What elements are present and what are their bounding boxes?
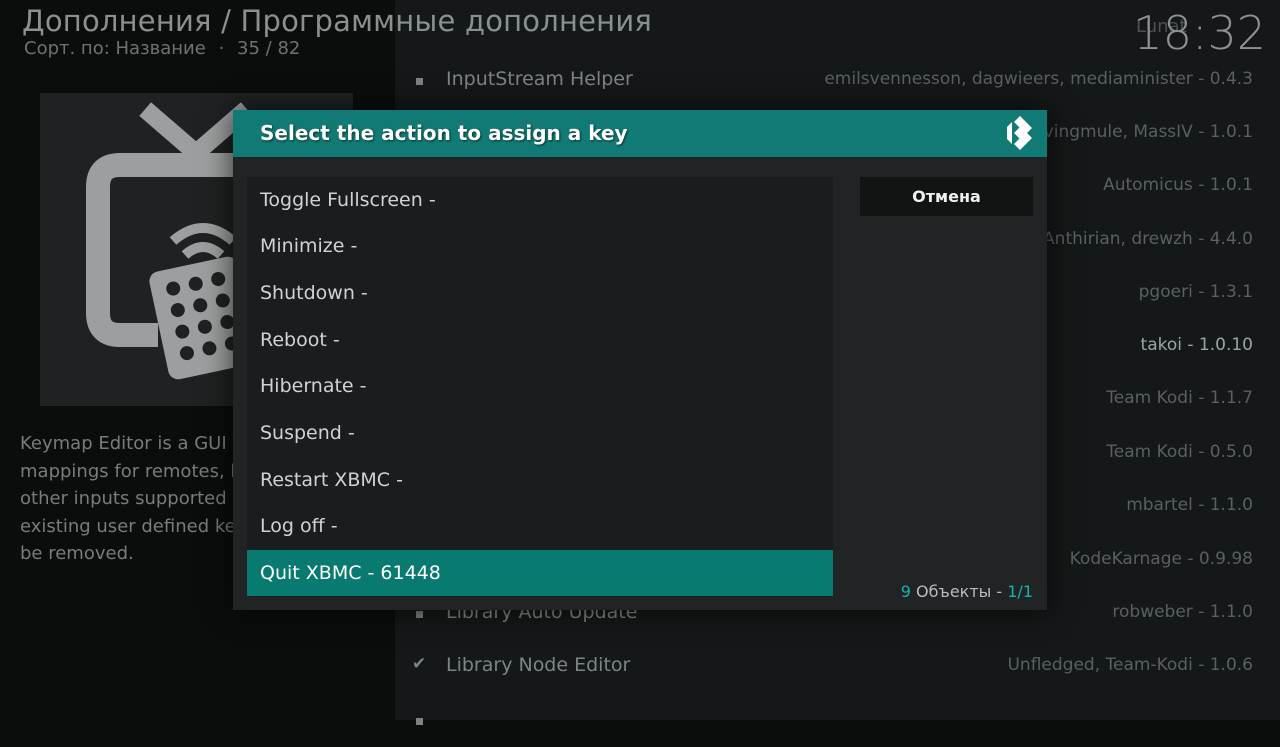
select-action-dialog: Select the action to assign a key Toggle… [233,110,1047,610]
addon-row[interactable] [395,694,1280,747]
list-item[interactable]: Shutdown - [247,270,833,316]
list-item[interactable]: Minimize - [247,223,833,269]
sort-info: Сорт. по: Название · 35 / 82 [24,38,300,59]
list-item-label: Restart XBMC - [260,469,403,491]
item-position: 35 / 82 [237,38,301,59]
addon-row[interactable]: ✔ Library Node Editor Unfledged, Team-Ko… [395,640,1280,693]
bullet-icon [416,718,423,725]
list-item-label: Toggle Fullscreen - [260,189,436,211]
description-line: other inputs supported b [20,488,238,509]
addon-author: pgoeri - 1.3.1 [1138,282,1253,302]
list-item-label: Quit XBMC - 61448 [260,562,441,584]
description-line: be removed. [20,543,134,564]
addon-author: robweber - 1.1.0 [1112,602,1253,622]
addon-name: InputStream Helper [446,68,633,90]
addon-author: Team Kodi - 1.1.7 [1106,388,1253,408]
list-item[interactable]: Restart XBMC - [247,457,833,503]
page-indicator: 1/1 [1007,582,1033,601]
description-line: Keymap Editor is a GUI f [20,433,238,454]
addon-author: Team Kodi - 0.5.0 [1106,442,1253,462]
item-counter: 9 Объекты - 1/1 [901,582,1033,601]
list-item-label: Minimize - [260,235,358,257]
addon-author: mbartel - 1.1.0 [1126,495,1253,515]
addon-author: takoi - 1.0.10 [1140,335,1253,355]
item-count-label: Объекты [916,582,992,601]
dialog-header: Select the action to assign a key [233,110,1047,157]
list-item-label: Log off - [260,515,338,537]
clock: 18:32 [1133,6,1266,60]
addon-author: Automicus - 1.0.1 [1103,175,1253,195]
list-item-label: Hibernate - [260,375,367,397]
dialog-title: Select the action to assign a key [260,121,628,145]
addon-name: Library Node Editor [446,654,631,676]
counter-separator: - [996,582,1003,601]
description-line: existing user defined key [20,515,238,537]
checkmark-icon: ✔ [412,654,427,674]
addon-author: Unfledged, Team-Kodi - 1.0.6 [1007,655,1253,675]
item-count: 9 [900,582,911,601]
list-item[interactable]: Reboot - [247,317,833,363]
action-list: Toggle Fullscreen - Minimize - Shutdown … [247,177,833,597]
addon-author: Anthirian, drewzh - 4.4.0 [1043,229,1253,249]
page-title: Дополнения / Программные дополнения [22,4,653,38]
list-item-label: Reboot - [260,329,340,351]
bullet-icon [416,611,423,618]
list-item-label: Shutdown - [260,282,368,304]
list-item-selected[interactable]: Quit XBMC - 61448 [247,550,833,596]
list-item[interactable]: Hibernate - [247,363,833,409]
list-item[interactable]: Toggle Fullscreen - [247,177,833,223]
description-line: mappings for remotes, k [20,460,238,482]
addon-description: Keymap Editor is a GUI f mappings for re… [20,430,238,568]
addon-author: KodeKarnage - 0.9.98 [1069,549,1253,569]
addon-row[interactable]: InputStream Helper emilsvennesson, dagwi… [395,54,1280,107]
sort-label: Сорт. по: Название [24,38,206,59]
list-item[interactable]: Log off - [247,503,833,549]
cancel-button[interactable]: Отмена [860,177,1033,216]
sort-separator: · [218,38,225,59]
addon-author: emilsvennesson, dagwieers, mediaminister… [824,69,1253,89]
bullet-icon [416,78,423,85]
list-item-label: Suspend - [260,422,355,444]
addon-author: divingmule, MassIV - 1.0.1 [1028,122,1253,142]
kodi-logo-icon [1007,116,1032,150]
list-item[interactable]: Suspend - [247,410,833,456]
